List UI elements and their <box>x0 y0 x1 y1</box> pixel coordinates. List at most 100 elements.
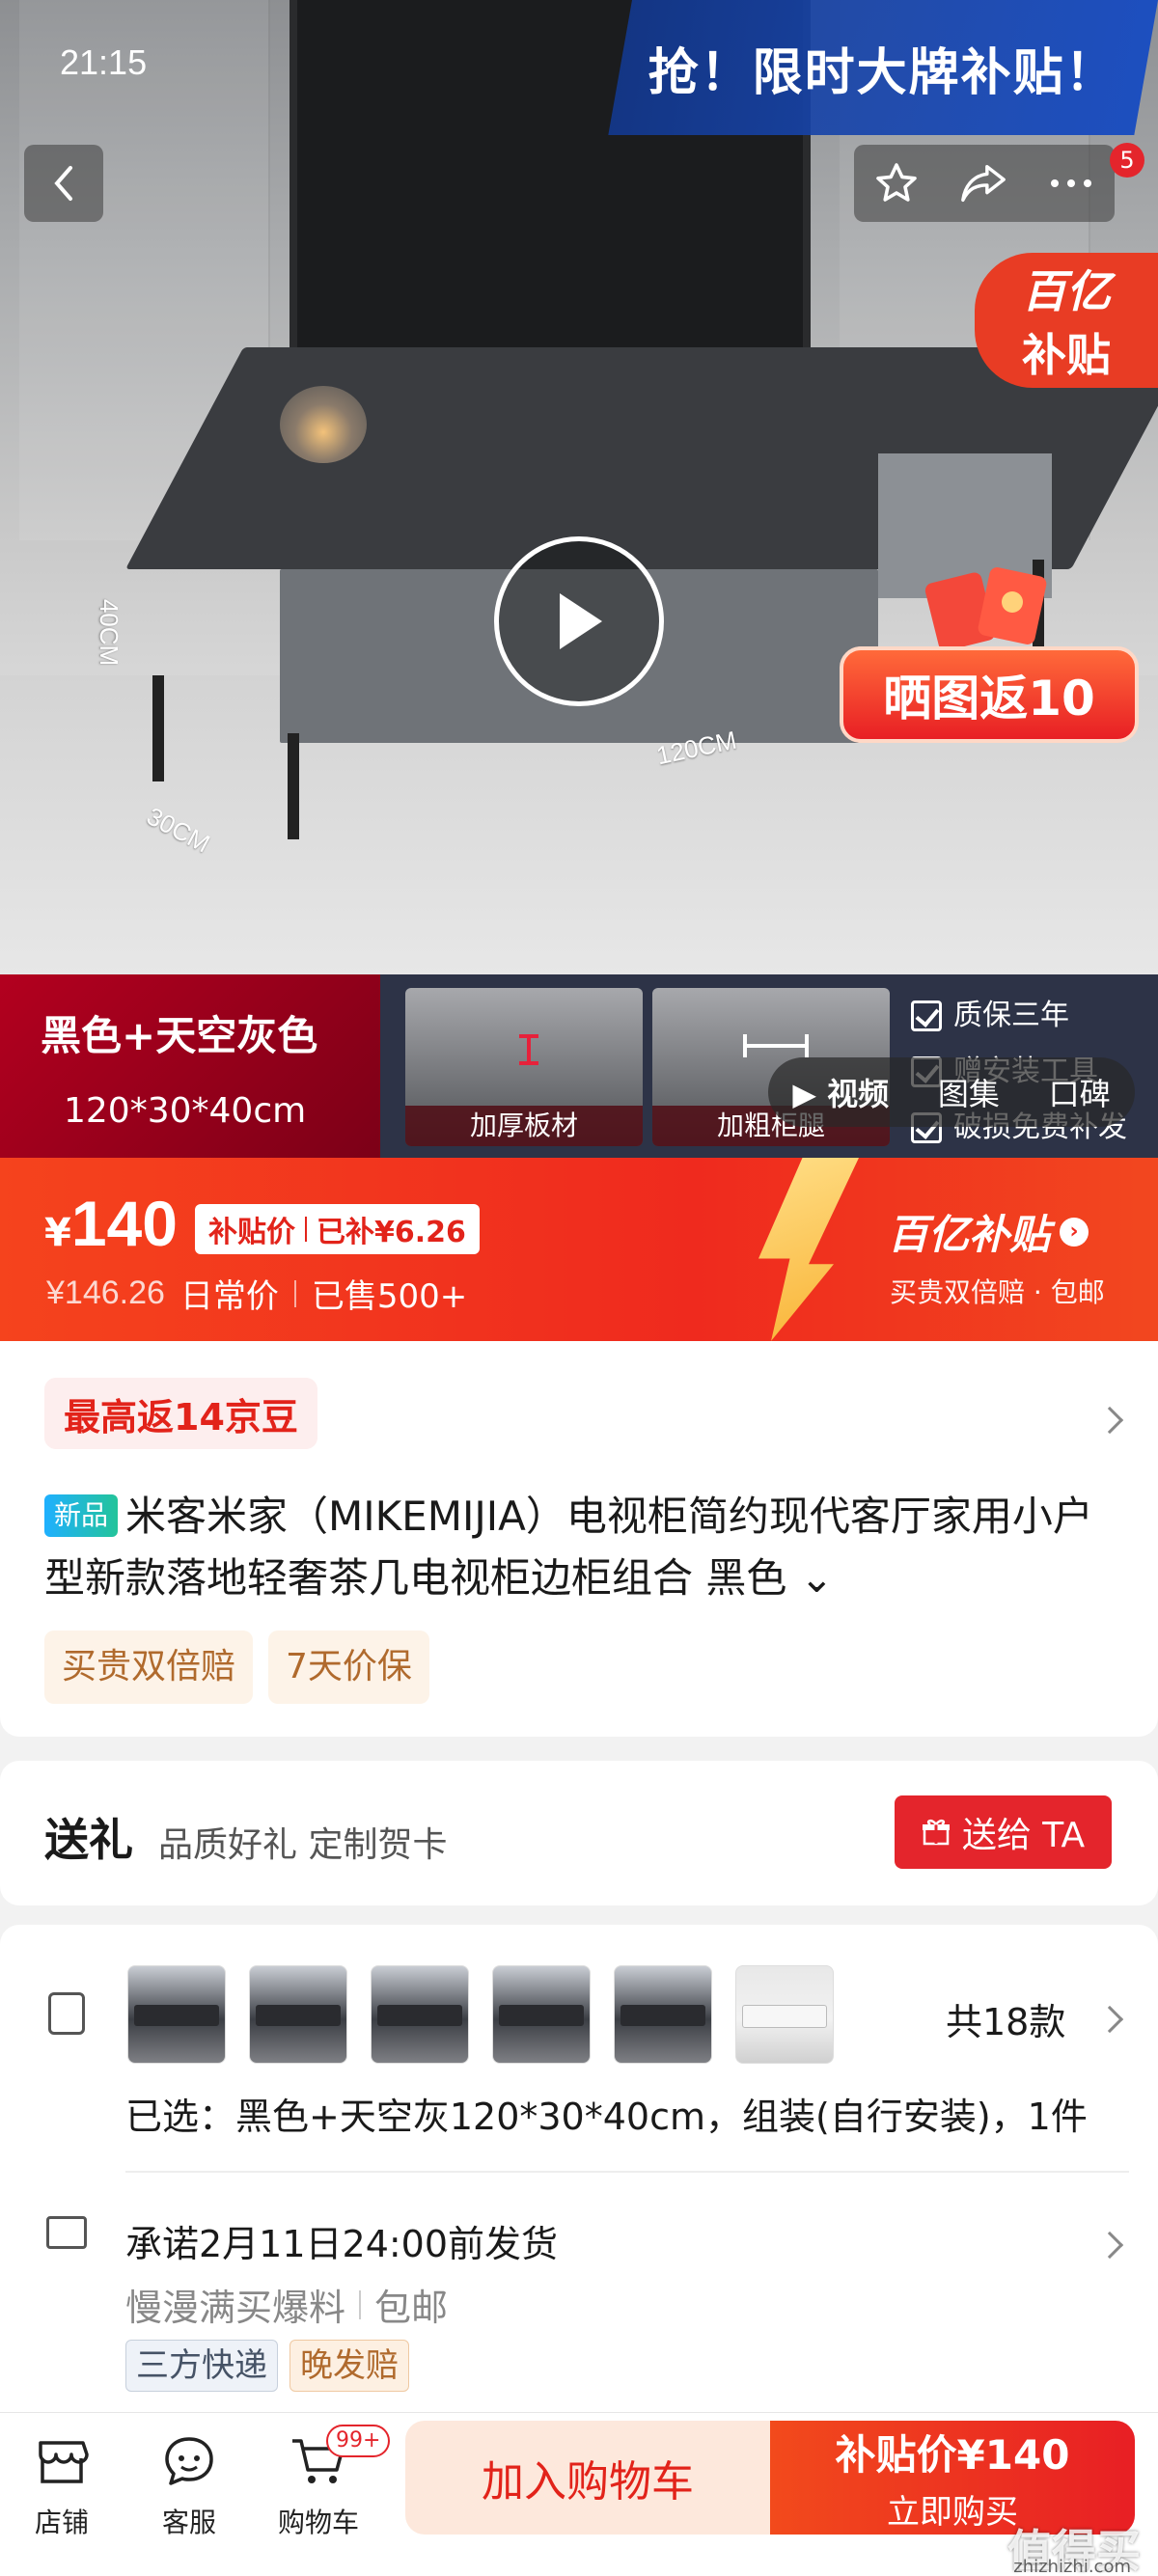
subsidy-tag: 补贴价 已补¥6.26 <box>195 1204 480 1254</box>
shipping-promise[interactable]: 承诺2月11日24:00前发货 <box>125 2214 558 2267</box>
divider <box>305 1217 307 1242</box>
chevron-right-icon[interactable] <box>1095 1406 1124 1435</box>
shipping-tags: 三方快递 晚发赔 <box>125 2340 409 2392</box>
shipping-meta: 慢漫满买爆料 包邮 <box>125 2278 448 2331</box>
original-price-label: 日常价 <box>179 1277 279 1316</box>
selected-variant[interactable]: 已选：黑色+天空灰120*30*40cm，组装(自行安装)，1件 <box>125 2087 1088 2140</box>
subsidy-corner-badge[interactable]: 百亿 补贴 <box>975 253 1158 388</box>
dimension-height: 40CM <box>95 598 124 667</box>
store-icon <box>33 2432 91 2490</box>
store-button[interactable]: 店铺 <box>33 2432 91 2540</box>
variant-swatch[interactable] <box>735 1965 834 2064</box>
promo-banner[interactable]: 抢！限时大牌补贴！ <box>608 0 1158 135</box>
shipping-tag: 晚发赔 <box>290 2340 409 2392</box>
cart-button[interactable]: 99+ 购物车 <box>278 2425 391 2540</box>
photo-review-reward[interactable]: 晒图返10 <box>840 646 1139 743</box>
chevron-right-icon: › <box>1060 1217 1089 1247</box>
subsidy-label: 补贴价 <box>208 1216 295 1249</box>
divider <box>293 1279 296 1307</box>
promo-banner-text: 抢！限时大牌补贴！ <box>648 43 1118 102</box>
notification-badge: 5 <box>1110 143 1144 178</box>
current-price: ¥ 140 <box>44 1187 178 1260</box>
chevron-right-icon[interactable] <box>1095 2231 1124 2260</box>
product-title-text: 米客米家（MIKEMIJIA）电视柜简约现代客厅家用小户型新款落地轻奢茶几电视柜… <box>44 1493 1093 1602</box>
subsidy-brand: 百亿补贴 <box>888 1211 1051 1258</box>
info-strip: 黑色+天空灰色 120*30*40cm 加厚板材 加粗柜腿 质保三年 赠安装工具… <box>0 974 1158 1158</box>
variant-count[interactable]: 共18款 <box>946 1992 1065 2045</box>
spec-icon <box>48 1992 85 2035</box>
currency-symbol: ¥ <box>44 1211 71 1255</box>
lightning-decoration <box>758 1158 859 1341</box>
customer-service-label: 客服 <box>161 2507 216 2538</box>
buy-now-label: 立即购买 <box>887 2493 1018 2532</box>
play-video-button[interactable] <box>494 536 664 706</box>
product-gallery[interactable]: 40CM 120CM 30CM 21:15 抢！限时大牌补贴！ 5 百亿 补贴 … <box>0 0 1158 974</box>
store-name: 慢漫满买爆料 <box>125 2287 346 2329</box>
subsidy-brand-link[interactable]: 百亿补贴 › <box>888 1202 1089 1261</box>
add-to-cart-button[interactable]: 加入购物车 <box>405 2421 770 2535</box>
price-bar: ¥ 140 补贴价 已补¥6.26 ¥146.26 日常价 已售500+ 百亿补… <box>0 1158 1158 1341</box>
subsidy-brand-sub: 买贵双倍赔 · 包邮 <box>890 1276 1105 1308</box>
chevron-left-icon <box>54 166 72 201</box>
watermark-url: zhizhizhi.com <box>1013 2557 1131 2576</box>
feature-thumb-caption: 加厚板材 <box>405 1106 643 1146</box>
check-icon <box>911 1000 942 1031</box>
variant-swatch[interactable] <box>371 1965 469 2064</box>
share-icon[interactable] <box>959 162 1007 205</box>
subsidy-corner-line1: 百亿 <box>1022 265 1111 317</box>
gift-title: 送礼 <box>44 1814 133 1866</box>
product-info-card: 最高返14京豆 新品 米客米家（MIKEMIJIA）电视柜简约现代客厅家用小户型新… <box>0 1341 1158 1737</box>
status-time: 21:15 <box>60 42 148 82</box>
divider <box>359 2289 362 2319</box>
cart-label: 购物车 <box>278 2507 360 2538</box>
media-tabs: ▶ 视频 图集 口碑 <box>768 1057 1135 1127</box>
thickness-icon <box>519 1034 538 1065</box>
beans-reward[interactable]: 最高返14京豆 <box>44 1378 317 1449</box>
service-tag[interactable]: 7天价保 <box>268 1631 429 1704</box>
more-icon[interactable] <box>1047 178 1095 189</box>
store-label: 店铺 <box>34 2507 89 2538</box>
truck-icon <box>46 2216 87 2249</box>
gift-icon <box>922 1819 950 1846</box>
product-title[interactable]: 新品 米客米家（MIKEMIJIA）电视柜简约现代客厅家用小户型新款落地轻奢茶几电… <box>44 1486 1125 1609</box>
gift-desc: 品质好礼 定制贺卡 <box>158 1825 448 1865</box>
variant-swatches <box>127 1965 834 2064</box>
chevron-down-icon[interactable]: ⌄ <box>800 1554 834 1602</box>
back-button[interactable] <box>24 145 103 222</box>
size-text: 120*30*40cm <box>64 1091 307 1131</box>
service-tag[interactable]: 买贵双倍赔 <box>44 1631 254 1704</box>
buy-now-price: 补贴价¥140 <box>835 2431 1070 2479</box>
send-gift-label: 送给 TA <box>961 1816 1086 1855</box>
new-badge: 新品 <box>44 1494 119 1537</box>
shipping-tag: 三方快递 <box>125 2340 278 2392</box>
tab-gallery[interactable]: 图集 <box>938 1070 1000 1114</box>
tab-video[interactable]: ▶ 视频 <box>792 1070 889 1114</box>
variant-swatch[interactable] <box>614 1965 712 2064</box>
tab-video-label: 视频 <box>827 1076 890 1112</box>
red-envelope-icon <box>924 567 1047 651</box>
cart-icon: 99+ <box>290 2425 391 2490</box>
lamp <box>280 386 367 463</box>
gift-card: 送礼 品质好礼 定制贺卡 送给 TA <box>0 1761 1158 1905</box>
play-icon <box>560 593 602 649</box>
price-amount: 140 <box>70 1188 178 1259</box>
feature-thumb-board: 加厚板材 <box>405 988 643 1146</box>
divider <box>125 2171 1129 2173</box>
top-actions <box>854 145 1115 222</box>
cabinet-leg <box>288 733 299 839</box>
variant-swatch[interactable] <box>492 1965 591 2064</box>
free-shipping: 包邮 <box>374 2287 449 2329</box>
variant-swatch[interactable] <box>249 1965 347 2064</box>
tab-reviews[interactable]: 口碑 <box>1049 1070 1111 1114</box>
cabinet-leg <box>152 675 164 781</box>
customer-service-button[interactable]: 客服 <box>160 2432 218 2540</box>
star-icon[interactable] <box>873 160 920 206</box>
subsidy-corner-line2: 补贴 <box>1022 329 1111 381</box>
spec-shipping-card: 共18款 已选：黑色+天空灰120*30*40cm，组装(自行安装)，1件 承诺… <box>0 1925 1158 2412</box>
send-gift-button[interactable]: 送给 TA <box>895 1795 1112 1869</box>
color-name: 黑色+天空灰色 <box>41 1012 318 1059</box>
service-tags: 买贵双倍赔 7天价保 <box>44 1631 429 1704</box>
chevron-right-icon[interactable] <box>1095 2005 1124 2034</box>
price-meta: ¥146.26 日常价 已售500+ <box>46 1270 467 1317</box>
variant-swatch[interactable] <box>127 1965 226 2064</box>
